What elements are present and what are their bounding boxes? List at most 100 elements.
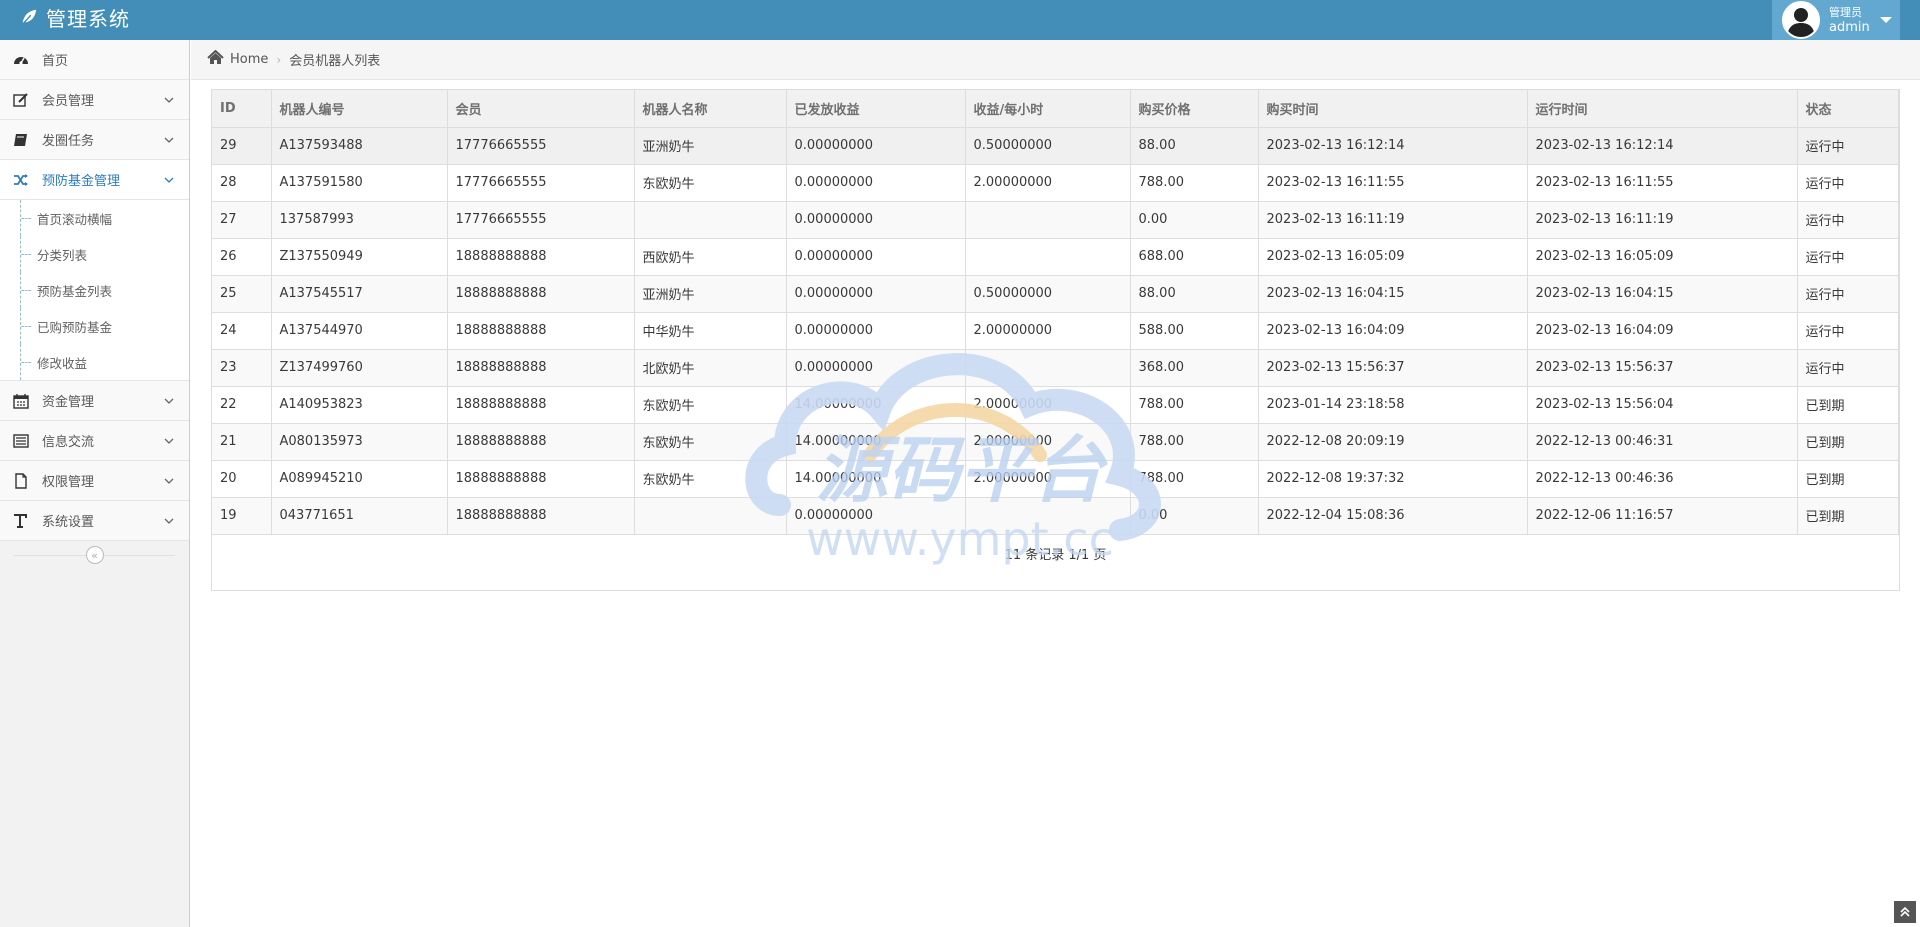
submenu-item-banner[interactable]: 首页滚动横幅 <box>0 200 189 236</box>
col-header-member[interactable]: 会员 <box>447 90 635 128</box>
collapse-sidebar-icon[interactable]: « <box>85 546 104 564</box>
cell-paid-income: 0.00000000 <box>786 164 966 202</box>
col-header-price[interactable]: 购买价格 <box>1130 90 1259 128</box>
sidebar-collapse-bar: « <box>0 541 189 569</box>
submenu-item-categories[interactable]: 分类列表 <box>0 236 189 272</box>
cell-member: 18888888888 <box>447 349 635 387</box>
sidebar-item-label: 发圈任务 <box>42 134 95 149</box>
cell-purchase-time: 2023-02-13 16:11:19 <box>1258 201 1528 239</box>
cell-hourly-income: 2.00000000 <box>965 423 1131 461</box>
cell-hourly-income: 0.50000000 <box>965 127 1131 165</box>
cell-run-time: 2022-12-13 00:46:31 <box>1527 423 1798 461</box>
sidebar-item-finance[interactable]: 资金管理 <box>0 381 189 421</box>
cell-robot-no: A140953823 <box>271 386 448 424</box>
cell-price: 0.00 <box>1130 497 1259 535</box>
col-header-status[interactable]: 状态 <box>1797 90 1899 128</box>
cell-status: 运行中 <box>1797 312 1899 350</box>
user-menu[interactable]: 管理员 admin <box>1772 0 1900 40</box>
col-header-paid-income[interactable]: 已发放收益 <box>786 90 966 128</box>
cell-hourly-income <box>965 497 1131 535</box>
sidebar-item-members[interactable]: 会员管理 <box>0 80 189 120</box>
cell-paid-income: 0.00000000 <box>786 238 966 276</box>
cell-member: 17776665555 <box>447 164 635 202</box>
cell-robot-no: A137593488 <box>271 127 448 165</box>
sidebar-item-messages[interactable]: 信息交流 <box>0 421 189 461</box>
cell-price: 88.00 <box>1130 127 1259 165</box>
cell-hourly-income: 2.00000000 <box>965 460 1131 498</box>
submenu-item-purchased[interactable]: 已购预防基金 <box>0 308 189 344</box>
cell-id: 26 <box>212 238 272 276</box>
back-to-top-icon[interactable] <box>1894 901 1916 923</box>
sidebar-item-settings[interactable]: 系统设置 <box>0 501 189 541</box>
sidebar: 首页 会员管理 发圈任务 预防基金管理 首页滚动横幅 分类列表 预防基金列表 已… <box>0 40 190 927</box>
chevron-down-icon <box>163 134 175 146</box>
cell-price: 0.00 <box>1130 201 1259 239</box>
table-row[interactable]: 27 137587993 17776665555 0.00000000 0.00 2023… <box>212 201 1899 239</box>
sidebar-item-permissions[interactable]: 权限管理 <box>0 461 189 501</box>
cell-id: 29 <box>212 127 272 165</box>
cell-run-time: 2023-02-13 16:04:09 <box>1527 312 1798 350</box>
table-row[interactable]: 22 A140953823 18888888888 东欧奶牛 14.00000000 2.… <box>212 386 1899 424</box>
cell-robot-no: A137544970 <box>271 312 448 350</box>
cell-price: 788.00 <box>1130 386 1259 424</box>
sidebar-item-label: 权限管理 <box>42 475 95 490</box>
sidebar-item-label: 会员管理 <box>42 94 95 109</box>
cell-robot-name <box>634 201 787 239</box>
avatar <box>1782 1 1820 39</box>
table-row[interactable]: 21 A080135973 18888888888 东欧奶牛 14.00000000 2.… <box>212 423 1899 461</box>
table-body: 29 A137593488 17776665555 亚洲奶牛 0.00000000 0.5… <box>212 127 1899 535</box>
table-row[interactable]: 26 Z137550949 18888888888 西欧奶牛 0.00000000 688… <box>212 238 1899 276</box>
cell-run-time: 2023-02-13 16:11:19 <box>1527 201 1798 239</box>
sidebar-item-tasks[interactable]: 发圈任务 <box>0 120 189 160</box>
table-row[interactable]: 19 043771651 18888888888 0.00000000 0.00 2022… <box>212 497 1899 535</box>
cell-member: 18888888888 <box>447 386 635 424</box>
submenu-item-fund-list[interactable]: 预防基金列表 <box>0 272 189 308</box>
sidebar-item-fund[interactable]: 预防基金管理 <box>0 160 189 200</box>
table-row[interactable]: 25 A137545517 18888888888 亚洲奶牛 0.00000000 0.5… <box>212 275 1899 313</box>
table-row[interactable]: 24 A137544970 18888888888 中华奶牛 0.00000000 2.0… <box>212 312 1899 350</box>
col-header-run-time[interactable]: 运行时间 <box>1527 90 1798 128</box>
cell-price: 88.00 <box>1130 275 1259 313</box>
breadcrumb-separator-icon: › <box>276 52 282 67</box>
cell-member: 18888888888 <box>447 497 635 535</box>
robot-table: ID 机器人编号 会员 机器人名称 已发放收益 收益/每小时 购买价格 购买时间… <box>212 90 1899 535</box>
cell-hourly-income <box>965 238 1131 276</box>
table-row[interactable]: 29 A137593488 17776665555 亚洲奶牛 0.00000000 0.5… <box>212 127 1899 165</box>
chevron-down-icon <box>163 475 175 487</box>
table-row[interactable]: 20 A089945210 18888888888 东欧奶牛 14.00000000 2.… <box>212 460 1899 498</box>
cell-paid-income: 14.00000000 <box>786 460 966 498</box>
col-header-robot-name[interactable]: 机器人名称 <box>634 90 787 128</box>
table-row[interactable]: 23 Z137499760 18888888888 北欧奶牛 0.00000000 368… <box>212 349 1899 387</box>
cell-member: 18888888888 <box>447 460 635 498</box>
cell-robot-no: Z137499760 <box>271 349 448 387</box>
table-header-row: ID 机器人编号 会员 机器人名称 已发放收益 收益/每小时 购买价格 购买时间… <box>212 90 1899 128</box>
chevron-down-icon <box>163 174 175 186</box>
cell-price: 688.00 <box>1130 238 1259 276</box>
random-icon <box>12 171 30 189</box>
cell-robot-no: A137591580 <box>271 164 448 202</box>
cell-id: 21 <box>212 423 272 461</box>
col-header-id[interactable]: ID <box>212 90 272 128</box>
col-header-robot-no[interactable]: 机器人编号 <box>271 90 448 128</box>
cell-status: 运行中 <box>1797 164 1899 202</box>
robot-list-panel: ID 机器人编号 会员 机器人名称 已发放收益 收益/每小时 购买价格 购买时间… <box>211 89 1900 591</box>
cell-run-time: 2023-02-13 16:05:09 <box>1527 238 1798 276</box>
cell-robot-no: A089945210 <box>271 460 448 498</box>
cell-robot-name: 中华奶牛 <box>634 312 787 350</box>
cell-member: 18888888888 <box>447 423 635 461</box>
file-icon <box>12 472 30 490</box>
leaf-icon <box>18 6 40 28</box>
breadcrumb-home[interactable]: Home <box>207 49 268 69</box>
cell-paid-income: 14.00000000 <box>786 386 966 424</box>
submenu-item-edit-income[interactable]: 修改收益 <box>0 344 189 380</box>
caret-down-icon[interactable] <box>1879 17 1892 23</box>
cell-purchase-time: 2023-02-13 16:05:09 <box>1258 238 1528 276</box>
brand[interactable]: 管理系统 <box>18 0 130 34</box>
col-header-purchase-time[interactable]: 购买时间 <box>1258 90 1528 128</box>
table-row[interactable]: 28 A137591580 17776665555 东欧奶牛 0.00000000 2.0… <box>212 164 1899 202</box>
cell-paid-income: 0.00000000 <box>786 275 966 313</box>
col-header-hourly-income[interactable]: 收益/每小时 <box>965 90 1131 128</box>
cell-status: 运行中 <box>1797 275 1899 313</box>
sidebar-item-home[interactable]: 首页 <box>0 40 189 80</box>
cell-robot-no: 043771651 <box>271 497 448 535</box>
